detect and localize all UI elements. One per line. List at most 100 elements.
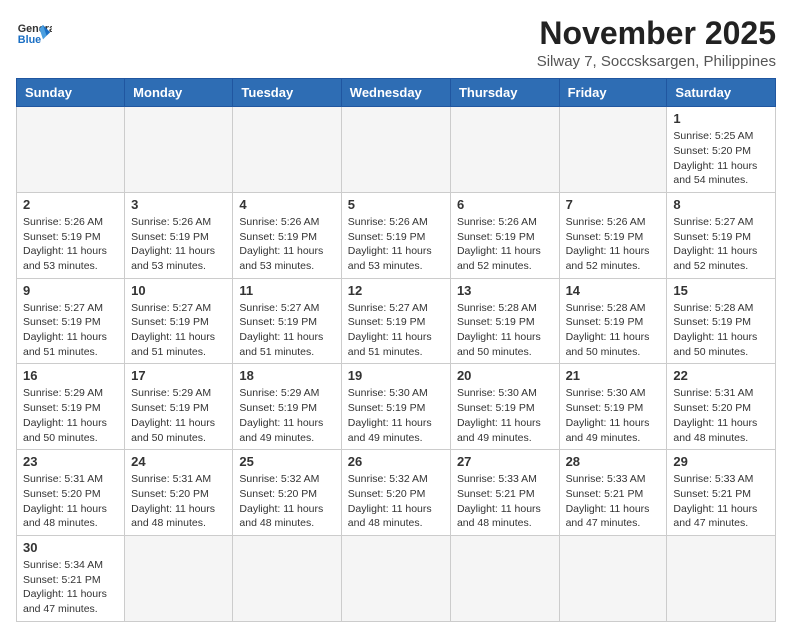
day-info: Sunrise: 5:34 AM Sunset: 5:21 PM Dayligh… [23,558,118,617]
day-number: 19 [348,368,444,383]
day-number: 26 [348,454,444,469]
title-area: November 2025 Silway 7, Soccsksargen, Ph… [537,16,776,70]
day-number: 28 [566,454,661,469]
day-number: 21 [566,368,661,383]
day-info: Sunrise: 5:26 AM Sunset: 5:19 PM Dayligh… [131,215,226,274]
calendar-cell: 25 Sunrise: 5:32 AM Sunset: 5:20 PM Dayli… [233,450,341,536]
day-number: 29 [673,454,769,469]
calendar-cell: 16 Sunrise: 5:29 AM Sunset: 5:19 PM Dayli… [17,364,125,450]
calendar-cell [233,535,341,621]
column-header-wednesday: Wednesday [341,79,450,107]
calendar-cell: 19Sunrise: 5:30 AM Sunset: 5:19 PM Dayli… [341,364,450,450]
day-number: 23 [23,454,118,469]
calendar-cell: 14 Sunrise: 5:28 AM Sunset: 5:19 PM Dayli… [559,278,667,364]
day-number: 18 [239,368,334,383]
day-info: Sunrise: 5:27 AM Sunset: 5:19 PM Dayligh… [131,301,226,360]
column-header-tuesday: Tuesday [233,79,341,107]
calendar-cell: 18Sunrise: 5:29 AM Sunset: 5:19 PM Dayli… [233,364,341,450]
calendar-cell: 28 Sunrise: 5:33 AM Sunset: 5:21 PM Dayli… [559,450,667,536]
day-info: Sunrise: 5:33 AM Sunset: 5:21 PM Dayligh… [673,472,769,531]
calendar-cell: 1 Sunrise: 5:25 AM Sunset: 5:20 PM Daylig… [667,107,776,193]
calendar-cell [559,107,667,193]
day-number: 22 [673,368,769,383]
calendar-cell: 12Sunrise: 5:27 AM Sunset: 5:19 PM Dayli… [341,278,450,364]
day-info: Sunrise: 5:27 AM Sunset: 5:19 PM Dayligh… [23,301,118,360]
day-number: 2 [23,197,118,212]
calendar-cell: 23Sunrise: 5:31 AM Sunset: 5:20 PM Dayli… [17,450,125,536]
calendar-cell [341,107,450,193]
day-number: 25 [239,454,334,469]
calendar-cell: 20Sunrise: 5:30 AM Sunset: 5:19 PM Dayli… [450,364,559,450]
calendar-cell: 13Sunrise: 5:28 AM Sunset: 5:19 PM Dayli… [450,278,559,364]
calendar-cell: 11 Sunrise: 5:27 AM Sunset: 5:19 PM Dayli… [233,278,341,364]
day-info: Sunrise: 5:26 AM Sunset: 5:19 PM Dayligh… [348,215,444,274]
calendar-cell: 4Sunrise: 5:26 AM Sunset: 5:19 PM Daylig… [233,192,341,278]
day-info: Sunrise: 5:33 AM Sunset: 5:21 PM Dayligh… [457,472,553,531]
day-info: Sunrise: 5:31 AM Sunset: 5:20 PM Dayligh… [673,386,769,445]
day-info: Sunrise: 5:25 AM Sunset: 5:20 PM Dayligh… [673,129,769,188]
calendar-cell: 10 Sunrise: 5:27 AM Sunset: 5:19 PM Dayli… [125,278,233,364]
calendar-cell [559,535,667,621]
calendar-week-row: 1 Sunrise: 5:25 AM Sunset: 5:20 PM Daylig… [17,107,776,193]
calendar-cell: 2 Sunrise: 5:26 AM Sunset: 5:19 PM Daylig… [17,192,125,278]
calendar-cell: 3 Sunrise: 5:26 AM Sunset: 5:19 PM Daylig… [125,192,233,278]
location-subtitle: Silway 7, Soccsksargen, Philippines [537,53,776,70]
day-info: Sunrise: 5:26 AM Sunset: 5:19 PM Dayligh… [23,215,118,274]
calendar-cell [233,107,341,193]
day-info: Sunrise: 5:29 AM Sunset: 5:19 PM Dayligh… [131,386,226,445]
day-number: 5 [348,197,444,212]
calendar-cell: 21 Sunrise: 5:30 AM Sunset: 5:19 PM Dayli… [559,364,667,450]
day-info: Sunrise: 5:30 AM Sunset: 5:19 PM Dayligh… [566,386,661,445]
day-info: Sunrise: 5:32 AM Sunset: 5:20 PM Dayligh… [239,472,334,531]
calendar-cell [125,535,233,621]
day-number: 12 [348,283,444,298]
calendar-cell: 9 Sunrise: 5:27 AM Sunset: 5:19 PM Daylig… [17,278,125,364]
logo: General Blue [16,16,52,52]
calendar-cell: 17 Sunrise: 5:29 AM Sunset: 5:19 PM Dayli… [125,364,233,450]
calendar-week-row: 9 Sunrise: 5:27 AM Sunset: 5:19 PM Daylig… [17,278,776,364]
logo-icon: General Blue [16,16,52,52]
day-info: Sunrise: 5:27 AM Sunset: 5:19 PM Dayligh… [239,301,334,360]
day-number: 14 [566,283,661,298]
calendar-cell: 7 Sunrise: 5:26 AM Sunset: 5:19 PM Daylig… [559,192,667,278]
day-info: Sunrise: 5:33 AM Sunset: 5:21 PM Dayligh… [566,472,661,531]
day-info: Sunrise: 5:31 AM Sunset: 5:20 PM Dayligh… [131,472,226,531]
day-number: 8 [673,197,769,212]
day-number: 15 [673,283,769,298]
day-info: Sunrise: 5:29 AM Sunset: 5:19 PM Dayligh… [23,386,118,445]
calendar-cell: 29 Sunrise: 5:33 AM Sunset: 5:21 PM Dayli… [667,450,776,536]
column-header-monday: Monday [125,79,233,107]
day-number: 11 [239,283,334,298]
day-number: 9 [23,283,118,298]
day-info: Sunrise: 5:32 AM Sunset: 5:20 PM Dayligh… [348,472,444,531]
day-number: 7 [566,197,661,212]
calendar-table: SundayMondayTuesdayWednesdayThursdayFrid… [16,78,776,622]
day-number: 16 [23,368,118,383]
calendar-cell: 26 Sunrise: 5:32 AM Sunset: 5:20 PM Dayli… [341,450,450,536]
day-number: 27 [457,454,553,469]
day-info: Sunrise: 5:28 AM Sunset: 5:19 PM Dayligh… [566,301,661,360]
column-header-thursday: Thursday [450,79,559,107]
day-info: Sunrise: 5:30 AM Sunset: 5:19 PM Dayligh… [457,386,553,445]
day-number: 6 [457,197,553,212]
day-info: Sunrise: 5:26 AM Sunset: 5:19 PM Dayligh… [457,215,553,274]
month-title: November 2025 [537,16,776,51]
calendar-cell [450,107,559,193]
calendar-cell: 5 Sunrise: 5:26 AM Sunset: 5:19 PM Daylig… [341,192,450,278]
page-header: General Blue November 2025 Silway 7, Soc… [16,16,776,70]
day-number: 1 [673,111,769,126]
day-number: 10 [131,283,226,298]
day-number: 3 [131,197,226,212]
day-info: Sunrise: 5:27 AM Sunset: 5:19 PM Dayligh… [673,215,769,274]
day-number: 17 [131,368,226,383]
calendar-week-row: 2 Sunrise: 5:26 AM Sunset: 5:19 PM Daylig… [17,192,776,278]
column-header-sunday: Sunday [17,79,125,107]
calendar-cell: 6 Sunrise: 5:26 AM Sunset: 5:19 PM Daylig… [450,192,559,278]
day-number: 24 [131,454,226,469]
day-info: Sunrise: 5:26 AM Sunset: 5:19 PM Dayligh… [566,215,661,274]
day-number: 30 [23,540,118,555]
calendar-cell [17,107,125,193]
calendar-week-row: 23 Sunrise: 5:31 AM Sunset: 5:20 PM Dayli… [17,450,776,536]
day-info: Sunrise: 5:28 AM Sunset: 5:19 PM Dayligh… [673,301,769,360]
calendar-cell [341,535,450,621]
